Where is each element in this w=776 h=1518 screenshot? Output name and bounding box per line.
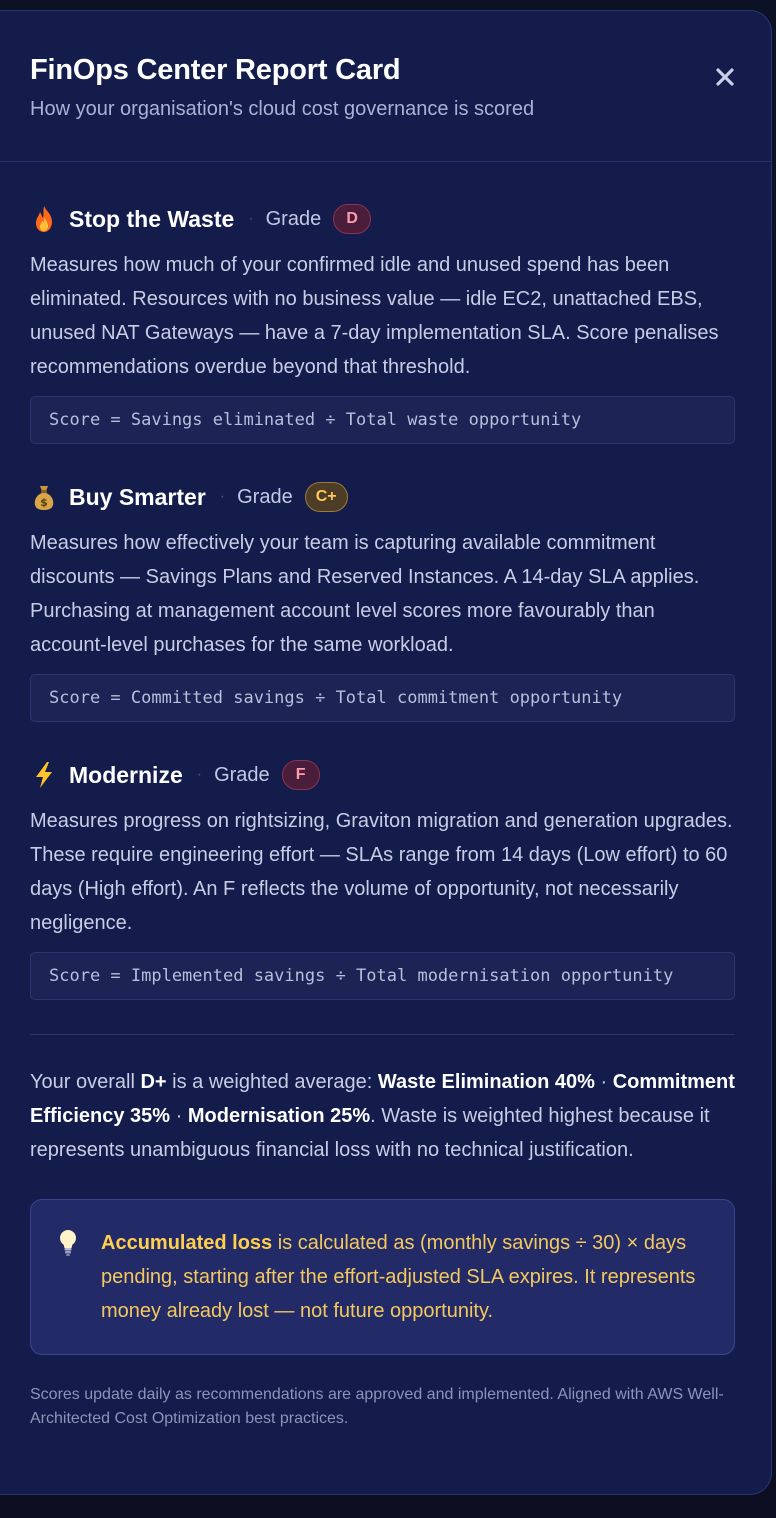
- modal-subtitle: How your organisation's cloud cost gover…: [30, 98, 535, 120]
- lightning-icon: [30, 760, 58, 790]
- callout-term: Accumulated loss: [101, 1232, 273, 1254]
- weight-separator: ·: [594, 1071, 613, 1093]
- grade-badge: F: [281, 760, 320, 790]
- section-stop-the-waste: Stop the Waste · Grade D Measures how mu…: [30, 200, 735, 444]
- section-buy-smarter: $ Buy Smarter · Grade C+ Measures how ef…: [30, 478, 735, 722]
- section-header: Modernize · Grade F: [30, 756, 735, 794]
- close-button[interactable]: [707, 59, 743, 95]
- modal-body: Stop the Waste · Grade D Measures how mu…: [0, 162, 771, 1431]
- weight-waste: Waste Elimination 40%: [377, 1071, 595, 1093]
- separator-dot: ·: [219, 488, 226, 505]
- report-card-modal: FinOps Center Report Card How your organ…: [0, 10, 772, 1495]
- score-formula: Score = Implemented savings ÷ Total mode…: [30, 952, 735, 1000]
- section-description: Measures progress on rightsizing, Gravit…: [30, 810, 733, 934]
- accumulated-loss-callout: Accumulated loss is calculated as (month…: [30, 1199, 735, 1355]
- section-description: Measures how effectively your team is ca…: [30, 532, 700, 656]
- weight-separator: ·: [170, 1105, 188, 1127]
- section-title: Stop the Waste: [69, 205, 235, 232]
- modal-header: FinOps Center Report Card How your organ…: [0, 11, 771, 162]
- fire-icon: [30, 204, 58, 234]
- score-formula: Score = Savings eliminated ÷ Total waste…: [30, 396, 735, 444]
- close-icon: [716, 68, 734, 86]
- weighting-summary: Your overall D+ is a weighted average: W…: [30, 1065, 735, 1167]
- summary-middle: is a weighted average:: [166, 1071, 378, 1093]
- divider: [30, 1034, 735, 1035]
- modal-title: FinOps Center Report Card: [30, 54, 401, 86]
- section-description: Measures how much of your confirmed idle…: [30, 254, 719, 378]
- callout-text: Accumulated loss is calculated as (month…: [101, 1226, 704, 1328]
- score-formula: Score = Committed savings ÷ Total commit…: [30, 674, 735, 722]
- separator-dot: ·: [248, 210, 254, 227]
- money-bag-icon: $: [30, 482, 58, 512]
- grade-label: Grade: [265, 207, 322, 230]
- weight-modernisation: Modernisation 25%: [187, 1105, 371, 1127]
- grade-badge: D: [333, 204, 372, 234]
- summary-prefix: Your overall: [30, 1071, 141, 1093]
- section-title: Buy Smarter: [69, 483, 206, 510]
- footer-note: Scores update daily as recommendations a…: [30, 1386, 724, 1427]
- grade-label: Grade: [237, 485, 293, 508]
- lightbulb-icon: [60, 1230, 76, 1256]
- section-header: $ Buy Smarter · Grade C+: [30, 478, 735, 516]
- section-header: Stop the Waste · Grade D: [30, 200, 735, 238]
- separator-dot: ·: [196, 766, 203, 783]
- grade-label: Grade: [214, 763, 270, 786]
- grade-badge: C+: [304, 482, 348, 512]
- section-title: Modernize: [69, 761, 183, 788]
- svg-text:$: $: [40, 496, 48, 509]
- section-modernize: Modernize · Grade F Measures progress on…: [30, 756, 735, 1000]
- overall-grade: D+: [140, 1071, 167, 1093]
